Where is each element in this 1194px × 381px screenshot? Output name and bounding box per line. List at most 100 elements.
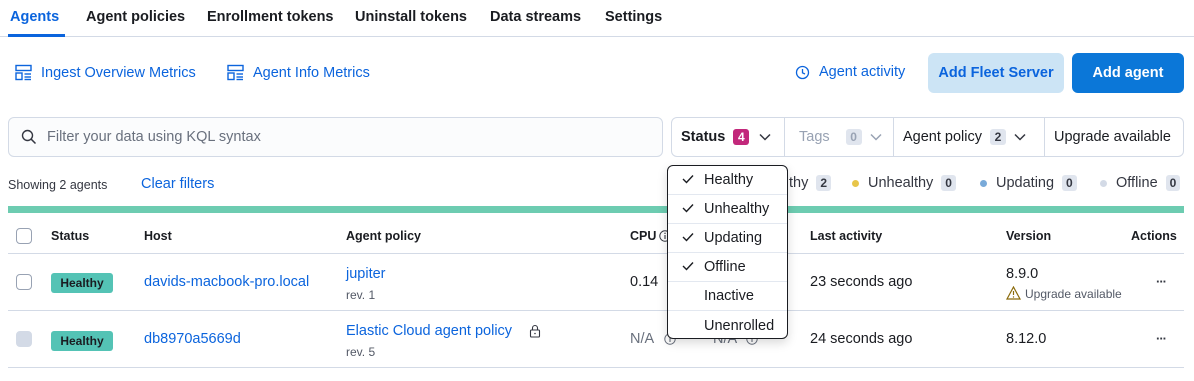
legend-unhealthy-count: 0	[941, 175, 956, 191]
clear-filters-link[interactable]: Clear filters	[141, 176, 214, 192]
status-option-label: Offline	[704, 259, 746, 275]
check-icon	[682, 233, 694, 242]
add-agent-button[interactable]: Add agent	[1072, 53, 1184, 93]
lock-icon	[529, 324, 541, 338]
divider	[8, 253, 1184, 254]
last-activity: 23 seconds ago	[810, 274, 913, 290]
check-icon	[682, 204, 694, 213]
agent-version: 8.12.0	[1006, 331, 1047, 347]
cpu-value: N/A	[630, 331, 655, 347]
status-badge: Healthy	[51, 331, 113, 351]
status-option-updating[interactable]: Updating	[668, 224, 787, 253]
search-icon	[21, 129, 37, 145]
chevron-down-icon	[759, 133, 771, 141]
last-activity: 24 seconds ago	[810, 331, 913, 347]
offline-dot	[1100, 179, 1107, 187]
agent-policy-link[interactable]: Elastic Cloud agent policy	[346, 323, 512, 339]
tab-data-streams[interactable]: Data streams	[490, 9, 581, 25]
header-agent-policy[interactable]: Agent policy	[346, 229, 421, 243]
tab-uninstall-tokens[interactable]: Uninstall tokens	[355, 9, 467, 25]
tab-agents[interactable]: Agents	[10, 9, 59, 25]
active-tab-indicator	[8, 34, 65, 37]
cpu-value: 0.14	[630, 274, 659, 290]
tab-enrollment-tokens[interactable]: Enrollment tokens	[207, 9, 334, 25]
status-option-unenrolled[interactable]: Unenrolled	[668, 311, 787, 338]
status-option-label: Unenrolled	[704, 317, 775, 334]
legend-updating-count: 0	[1062, 175, 1077, 191]
legend-healthy: thy 2	[789, 175, 832, 191]
legend-offline-label: Offline	[1116, 175, 1158, 191]
status-badge: Healthy	[51, 273, 113, 293]
tags-filter-label: Tags	[799, 129, 830, 145]
legend-healthy-count: 2	[816, 175, 832, 191]
agent-activity-label: Agent activity	[819, 64, 906, 80]
agent-info-metrics-link[interactable]: Agent Info Metrics	[227, 64, 370, 81]
tags-filter-count: 0	[845, 129, 862, 145]
add-fleet-server-button[interactable]: Add Fleet Server	[928, 53, 1064, 93]
agent-version: 8.9.0	[1006, 266, 1039, 282]
legend-offline-count: 0	[1165, 175, 1181, 191]
filter-group: Status 4 Tags 0 Agent policy 2 Upgrade a…	[671, 117, 1184, 157]
tab-agent-policies[interactable]: Agent policies	[86, 9, 185, 25]
agent-policy-filter-label: Agent policy	[903, 129, 982, 145]
divider	[8, 367, 1184, 368]
warning-icon	[1006, 286, 1021, 300]
legend-unhealthy: Unhealthy 0	[852, 175, 956, 191]
header-last-activity[interactable]: Last activity	[810, 229, 882, 243]
row-checkbox[interactable]	[16, 331, 32, 347]
status-filter-button[interactable]: Status 4	[672, 118, 785, 156]
host-link[interactable]: db8970a5669d	[144, 331, 241, 347]
row-checkbox[interactable]	[16, 274, 32, 290]
header-cpu[interactable]: CPU	[630, 229, 656, 243]
check-icon	[682, 262, 694, 271]
tab-settings[interactable]: Settings	[605, 9, 662, 25]
agent-info-metrics-label: Agent Info Metrics	[253, 64, 370, 81]
host-link[interactable]: davids-macbook-pro.local	[144, 274, 309, 290]
agent-count-text: Showing 2 agents	[8, 178, 108, 192]
check-icon	[682, 175, 694, 184]
status-option-inactive[interactable]: Inactive	[668, 282, 787, 311]
header-status[interactable]: Status	[51, 229, 89, 243]
status-option-offline[interactable]: Offline	[668, 253, 787, 282]
chevron-down-icon	[1014, 133, 1026, 141]
status-filter-count: 4	[733, 129, 750, 145]
header-actions: Actions	[1131, 229, 1177, 243]
search-input[interactable]	[47, 129, 627, 145]
status-option-label: Inactive	[704, 288, 754, 304]
legend-updating: Updating 0	[980, 175, 1077, 191]
tab-bar: Agents Agent policies Enrollment tokens …	[0, 0, 1194, 37]
unhealthy-dot	[852, 179, 859, 187]
updating-dot	[980, 179, 987, 187]
status-filter-label: Status	[681, 129, 726, 145]
row-actions-icon[interactable]: ···	[1156, 274, 1167, 289]
header-host[interactable]: Host	[144, 229, 172, 243]
tags-filter-button[interactable]: Tags 0	[785, 118, 894, 156]
legend-healthy-label: thy	[789, 175, 809, 191]
status-option-healthy[interactable]: Healthy	[668, 166, 787, 195]
status-option-unhealthy[interactable]: Unhealthy	[668, 195, 787, 224]
status-filter-popover: Healthy Unhealthy Updating Offline Inact…	[667, 165, 788, 339]
legend-unhealthy-label: Unhealthy	[868, 175, 934, 191]
agent-activity-link[interactable]: Agent activity	[795, 64, 905, 80]
select-all-checkbox[interactable]	[16, 228, 32, 244]
status-option-label: Updating	[704, 230, 763, 246]
row-actions-icon[interactable]: ···	[1156, 331, 1167, 346]
kql-search-bar	[8, 117, 663, 157]
agent-policy-link[interactable]: jupiter	[346, 266, 386, 282]
agent-policy-filter-button[interactable]: Agent policy 2	[894, 118, 1045, 156]
dashboard-icon	[227, 64, 244, 81]
upgrade-available-note: Upgrade available	[1025, 287, 1122, 301]
legend-offline: Offline 0	[1100, 175, 1181, 191]
dashboard-icon	[15, 64, 32, 81]
policy-revision: rev. 5	[346, 345, 376, 359]
legend-updating-label: Updating	[996, 175, 1055, 191]
status-option-label: Unhealthy	[704, 201, 770, 217]
chevron-down-icon	[870, 133, 882, 141]
upgrade-available-filter-button[interactable]: Upgrade available	[1045, 118, 1183, 156]
ingest-overview-metrics-label: Ingest Overview Metrics	[41, 64, 196, 81]
clock-icon	[795, 65, 810, 79]
ingest-overview-metrics-link[interactable]: Ingest Overview Metrics	[15, 64, 196, 81]
health-distribution-bar	[8, 206, 1184, 213]
header-version[interactable]: Version	[1006, 229, 1051, 243]
policy-revision: rev. 1	[346, 288, 376, 302]
